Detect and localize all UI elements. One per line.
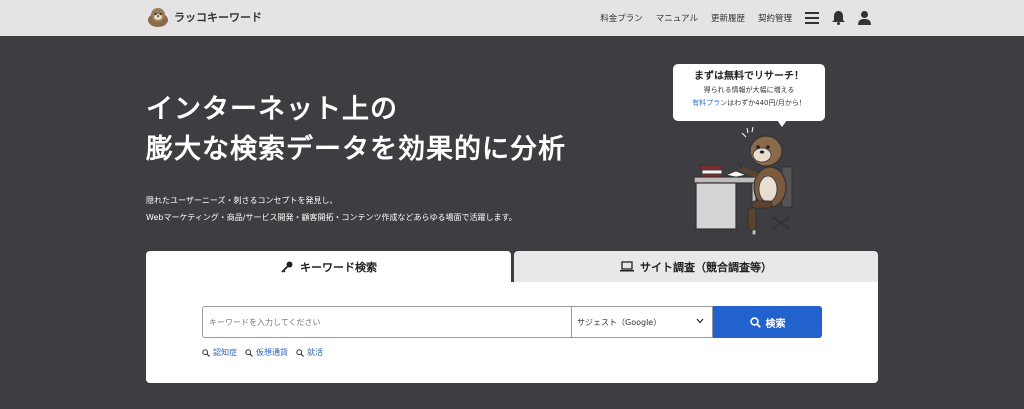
header-nav: 料金プラン マニュアル 更新履歴 契約管理 [600,0,792,36]
search-icon [749,316,761,328]
logo[interactable]: ラッコキーワード [146,6,262,28]
hero-description: 隠れたユーザーニーズ・刺さるコンセプトを発見し、 Webマーケティング・商品/サ… [146,192,517,226]
top-header: ラッコキーワード 料金プラン マニュアル 更新履歴 契約管理 [0,0,1024,36]
suggested-keyword-label: 認知症 [213,348,237,357]
suggested-keyword[interactable]: 認知症 [202,347,237,358]
search-button[interactable]: 検索 [713,306,822,338]
search-icon [202,348,210,357]
promo-sub1: 得られる情報が大幅に増える [703,86,795,94]
hero-title-line1: インターネット上の [146,94,398,125]
hero-title-line2: 膨大な検索データを効果的に分析 [146,134,566,165]
nav-contract[interactable]: 契約管理 [758,12,792,24]
paid-plan-link[interactable]: 有料プラン [692,99,727,107]
suggested-keyword-label: 就活 [307,348,323,357]
hero-title: インターネット上の 膨大な検索データを効果的に分析 [146,90,566,170]
otter-logo-icon [148,8,168,27]
tab-keyword-label: キーワード検索 [300,260,377,274]
menu-icon[interactable] [804,10,820,26]
tab-keyword-search[interactable]: キーワード検索 [146,251,511,282]
promo-headline: まずは無料でリサーチ！ [694,71,804,82]
search-icon [296,348,304,357]
suggested-keyword[interactable]: 仮想通貨 [245,347,288,358]
bell-icon[interactable] [830,10,846,26]
promo-price: はわずか440円/月から！ [727,99,806,107]
tab-site-label: サイト調査（競合調査等） [640,260,772,274]
hero-desc-line1: 隠れたユーザーニーズ・刺さるコンセプトを発見し、 [146,196,338,205]
nav-manual[interactable]: マニュアル [656,12,698,24]
suggested-keywords: 認知症 仮想通貨 就活 [202,347,323,358]
search-source-select[interactable]: サジェスト（Google） [571,306,713,338]
suggested-keyword[interactable]: 就活 [296,347,323,358]
otter-mascot-illustration [693,126,793,236]
nav-pricing[interactable]: 料金プラン [600,12,643,24]
search-panel: サジェスト（Google） 検索 認知症 仮想通貨 就活 [146,282,878,383]
promo-bubble: まずは無料でリサーチ！ 得られる情報が大幅に増える 有料プランはわずか440円/… [673,64,825,127]
nav-changelog[interactable]: 更新履歴 [711,12,745,24]
promo-sub2: 有料プランはわずか440円/月から！ [673,97,825,110]
tab-site-research[interactable]: サイト調査（競合調査等） [514,251,878,282]
chevron-down-icon [696,318,704,324]
select-value: サジェスト（Google） [577,317,662,327]
header-icons [804,0,872,36]
laptop-icon [620,260,634,274]
key-icon [280,260,294,274]
search-icon [245,348,253,357]
user-icon[interactable] [856,10,872,26]
suggested-keyword-label: 仮想通貨 [256,348,288,357]
search-button-label: 検索 [765,318,786,330]
logo-text: ラッコキーワード [174,11,262,24]
hero-desc-line2: Webマーケティング・商品/サービス開発・顧客開拓・コンテンツ作成などあらゆる場… [146,213,517,222]
keyword-search-input[interactable] [202,306,572,338]
